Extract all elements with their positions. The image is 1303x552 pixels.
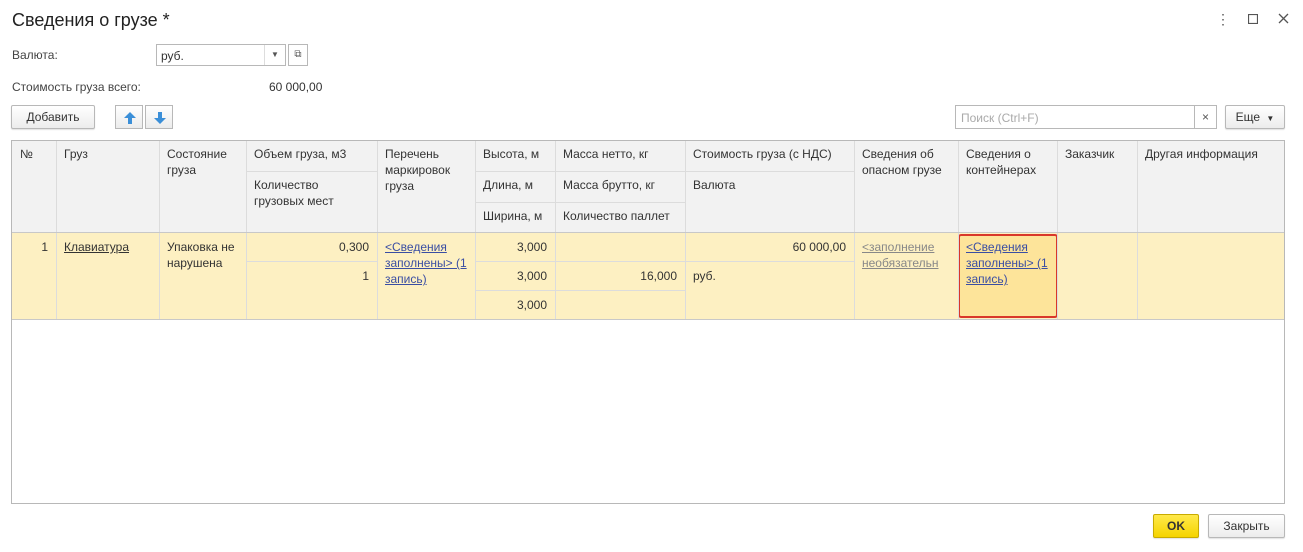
header-currency[interactable]: Валюта [685,172,854,198]
header-customer[interactable]: Заказчик [1057,141,1137,167]
containers-link[interactable]: <Сведения заполнены> (1 запись) [966,240,1048,286]
row-width[interactable]: 3,000 [475,292,555,318]
row-cost[interactable]: 60 000,00 [685,234,854,260]
header-pallets[interactable]: Количество паллет [555,203,685,229]
search-box[interactable] [955,105,1195,129]
row-length[interactable]: 3,000 [475,263,555,289]
row-net[interactable] [555,234,685,244]
danger-link[interactable]: <заполнение необязательн [862,240,939,270]
currency-label: Валюта: [12,48,58,62]
close-icon[interactable] [1274,10,1292,28]
header-height[interactable]: Высота, м [475,141,555,167]
header-num[interactable]: № [12,141,56,167]
search-input[interactable] [959,107,1193,129]
row-gross[interactable]: 16,000 [555,263,685,289]
cargo-link[interactable]: Клавиатура [64,240,129,254]
row-customer[interactable] [1057,234,1137,318]
header-other[interactable]: Другая информация [1137,141,1284,167]
chevron-down-icon[interactable]: ▼ [264,45,285,65]
currency-value: руб. [161,49,184,63]
move-up-button[interactable] [115,105,143,129]
more-button[interactable]: Еще ▼ [1225,105,1285,129]
header-markings[interactable]: Перечень маркировок груза [377,141,475,199]
total-label: Стоимость груза всего: [12,80,141,94]
header-width[interactable]: Ширина, м [475,203,555,229]
window-title: Сведения о грузе * [12,10,170,30]
more-button-label: Еще [1235,110,1261,124]
markings-link[interactable]: <Сведения заполнены> (1 запись) [385,240,467,286]
add-button[interactable]: Добавить [11,105,95,129]
header-net[interactable]: Масса нетто, кг [555,141,685,167]
header-length[interactable]: Длина, м [475,172,555,198]
header-cost[interactable]: Стоимость груза (с НДС) [685,141,854,167]
search-clear-button[interactable]: × [1195,105,1217,129]
cargo-table[interactable]: № Груз Состояние груза Объем груза, м3 К… [11,140,1285,504]
header-state[interactable]: Состояние груза [159,141,246,183]
row-other[interactable] [1137,234,1284,318]
header-containers[interactable]: Сведения о контейнерах [958,141,1057,183]
header-gross[interactable]: Масса брутто, кг [555,172,685,198]
row-height[interactable]: 3,000 [475,234,555,260]
more-actions-icon[interactable]: ⋮ [1214,10,1232,28]
maximize-icon[interactable] [1244,10,1262,28]
header-volume[interactable]: Объем груза, м3 [246,141,377,167]
move-down-button[interactable] [145,105,173,129]
row-num: 1 [41,240,48,254]
header-cargo[interactable]: Груз [56,141,159,167]
header-danger[interactable]: Сведения об опасном грузе [854,141,958,183]
arrow-down-icon [154,112,166,124]
row-volume[interactable]: 0,300 [246,234,377,260]
arrow-up-icon [124,112,136,124]
total-value: 60 000,00 [269,80,323,94]
header-places[interactable]: Количество грузовых мест [246,172,377,214]
currency-field[interactable]: руб. ▼ [156,44,286,66]
row-state[interactable]: Упаковка не нарушена [159,234,246,276]
open-icon[interactable]: ⧉ [288,44,308,66]
row-places[interactable]: 1 [246,263,377,289]
row-currency[interactable]: руб. [685,263,854,289]
chevron-down-icon: ▼ [1266,114,1275,123]
ok-button[interactable]: OK [1153,514,1199,538]
close-button[interactable]: Закрыть [1208,514,1285,538]
